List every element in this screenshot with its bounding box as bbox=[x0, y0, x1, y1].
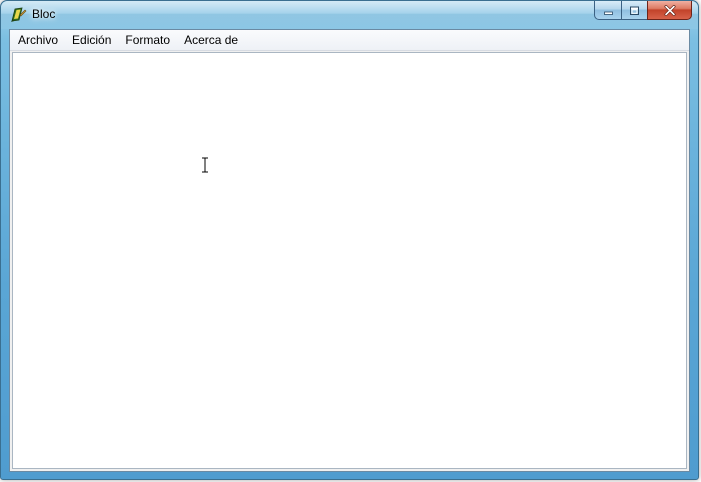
maximize-button[interactable] bbox=[621, 1, 647, 20]
menu-acerca-de[interactable]: Acerca de bbox=[177, 31, 245, 49]
minimize-icon bbox=[603, 1, 614, 20]
window-title: Bloc bbox=[32, 7, 56, 21]
menu-archivo[interactable]: Archivo bbox=[11, 31, 65, 49]
app-window: Bloc Archivo Edición Formato Acerca de bbox=[0, 0, 699, 480]
close-button[interactable] bbox=[647, 1, 692, 20]
menu-bar: Archivo Edición Formato Acerca de bbox=[10, 30, 689, 51]
window-client-area: Archivo Edición Formato Acerca de bbox=[9, 29, 690, 472]
notepad-app-icon[interactable] bbox=[9, 6, 27, 24]
minimize-button[interactable] bbox=[594, 1, 621, 20]
text-editor-area[interactable] bbox=[12, 52, 687, 469]
menu-formato[interactable]: Formato bbox=[118, 31, 177, 49]
window-controls bbox=[594, 1, 692, 21]
close-icon bbox=[664, 1, 676, 20]
menu-edicion[interactable]: Edición bbox=[65, 31, 118, 49]
text-cursor-icon bbox=[200, 156, 210, 174]
title-bar[interactable]: Bloc bbox=[1, 1, 698, 29]
maximize-icon bbox=[629, 1, 640, 20]
